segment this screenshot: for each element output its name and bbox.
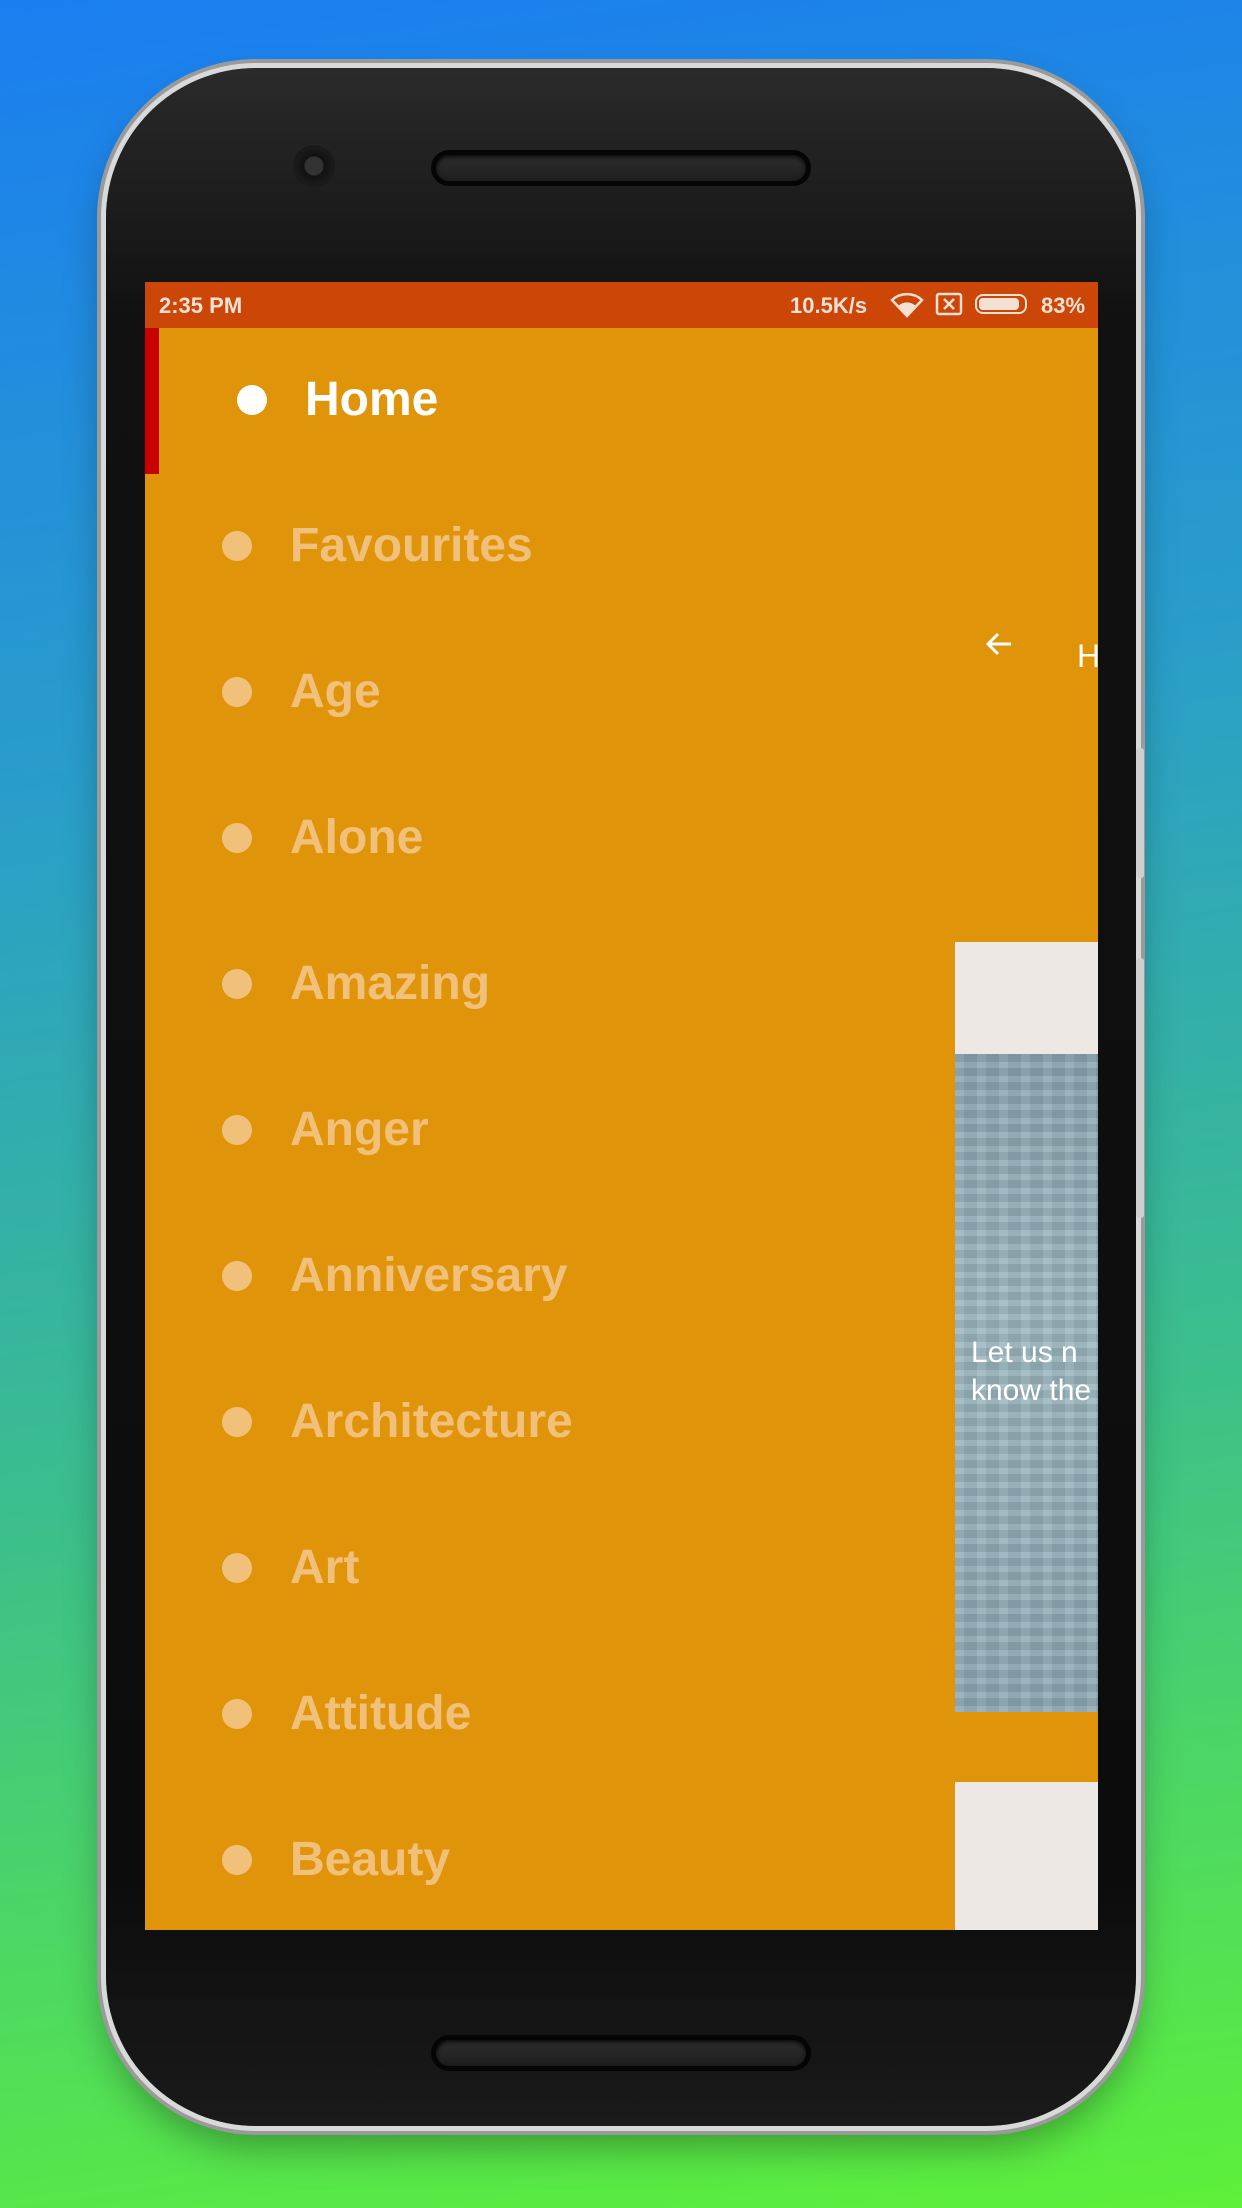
bullet-icon [222, 677, 252, 707]
top-card[interactable] [955, 942, 1098, 1054]
phone-screen: 2:35 PM 10.5K/s 83% H Let us n know the … [145, 282, 1098, 1930]
status-time: 2:35 PM [159, 293, 243, 318]
bullet-icon [222, 1407, 252, 1437]
bottom-card[interactable] [955, 1782, 1098, 1930]
quote-line-2: know the [971, 1374, 1092, 1407]
bullet-icon [222, 1845, 252, 1875]
drawer-item-label: Anniversary [290, 1249, 568, 1302]
power-button [1136, 958, 1144, 1218]
drawer-item-attitude[interactable]: Attitude [145, 1642, 955, 1788]
bullet-icon [222, 531, 252, 561]
drawer-item-home[interactable]: Home [145, 328, 955, 474]
drawer-item-label: Attitude [290, 1687, 472, 1740]
wifi-icon [890, 292, 924, 318]
drawer-item-label: Home [305, 373, 439, 426]
drawer-item-architecture[interactable]: Architecture [145, 1350, 955, 1496]
drawer-item-label: Anger [290, 1103, 429, 1156]
battery-percent: 83% [1041, 293, 1086, 318]
top-speaker [436, 155, 806, 181]
drawer-item-label: Age [290, 665, 381, 718]
drawer-item-label: Alone [290, 811, 424, 864]
drawer-item-favourites[interactable]: Favourites [145, 474, 955, 620]
drawer-item-anniversary[interactable]: Anniversary [145, 1204, 955, 1350]
drawer-item-label: Beauty [290, 1833, 451, 1886]
navigation-drawer: Home Favourites Age Alone Amazing Anger … [145, 328, 955, 1930]
bullet-icon [222, 969, 252, 999]
bullet-icon [222, 1261, 252, 1291]
bullet-icon [237, 385, 267, 415]
bottom-speaker [436, 2040, 806, 2066]
bullet-icon [222, 1553, 252, 1583]
drawer-item-alone[interactable]: Alone [145, 766, 955, 912]
drawer-item-amazing[interactable]: Amazing [145, 912, 955, 1058]
network-speed: 10.5K/s [790, 293, 868, 318]
bullet-icon [222, 1699, 252, 1729]
no-sim-icon [935, 292, 963, 316]
front-camera [296, 148, 332, 184]
toolbar-title: H [1077, 638, 1098, 674]
drawer-item-label: Architecture [290, 1395, 573, 1448]
drawer-item-anger[interactable]: Anger [145, 1058, 955, 1204]
bullet-icon [222, 823, 252, 853]
drawer-item-beauty[interactable]: Beauty [145, 1788, 955, 1930]
drawer-item-label: Amazing [290, 957, 491, 1010]
drawer-item-art[interactable]: Art [145, 1496, 955, 1642]
battery-icon [975, 294, 1027, 314]
volume-button [1136, 748, 1144, 878]
quote-image-card[interactable]: Let us n know the [955, 1054, 1098, 1712]
back-arrow-icon[interactable] [983, 628, 1015, 660]
status-bar: 2:35 PM 10.5K/s 83% [145, 282, 1098, 328]
quote-line-1: Let us n [971, 1336, 1078, 1369]
bullet-icon [222, 1115, 252, 1145]
drawer-item-age[interactable]: Age [145, 620, 955, 766]
drawer-item-label: Art [290, 1541, 360, 1594]
drawer-item-label: Favourites [290, 519, 533, 572]
